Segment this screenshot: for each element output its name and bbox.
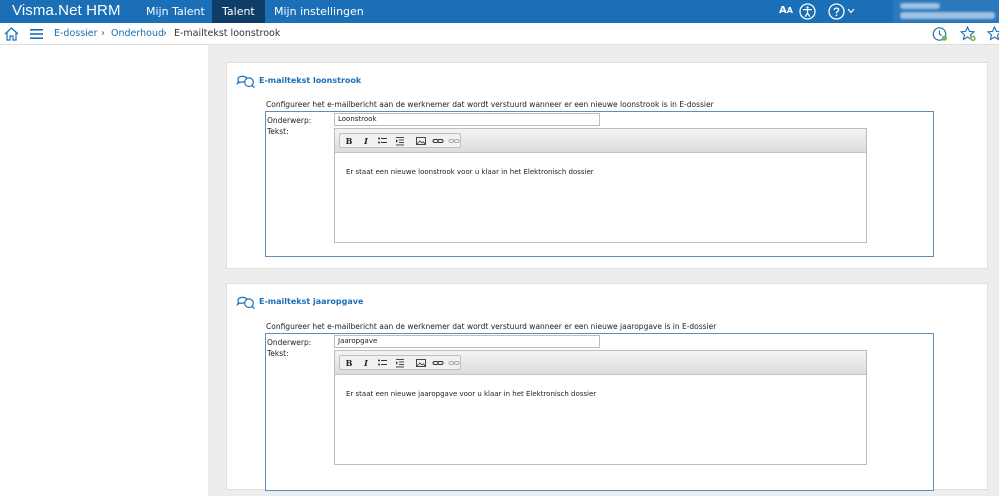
bold-button[interactable]: B (342, 357, 356, 369)
tab-talent[interactable]: Talent (212, 0, 265, 23)
font-size-small-label: A (786, 6, 793, 15)
user-company-blurred (900, 12, 995, 19)
bulleted-list-icon[interactable] (376, 357, 390, 369)
tab-mijn-instellingen[interactable]: Mijn instellingen (264, 0, 374, 23)
breadcrumb-onderhoud[interactable]: Onderhoud (111, 28, 164, 39)
bold-button[interactable]: B (342, 135, 356, 147)
user-name-blurred (900, 3, 940, 9)
unlink-icon[interactable] (447, 135, 461, 147)
favorites-icon[interactable] (987, 26, 999, 42)
italic-button[interactable]: I (359, 357, 373, 369)
breadcrumb-separator: › (163, 28, 167, 39)
bulleted-list-icon[interactable] (376, 135, 390, 147)
panel-title: E-mailtekst loonstrook (259, 76, 362, 85)
breadcrumb-e-dossier[interactable]: E-dossier (54, 28, 98, 39)
unlink-icon[interactable] (447, 357, 461, 369)
chat-bubbles-icon (236, 296, 255, 309)
link-icon[interactable] (431, 357, 445, 369)
font-size-large-label: A (779, 5, 787, 16)
app-title[interactable]: Visma.Net HRM (12, 2, 121, 19)
panel-email-loonstrook: E-mailtekst loonstrook Configureer het e… (226, 62, 988, 269)
subject-input[interactable]: Jaaropgave (334, 335, 600, 348)
text-label: Tekst: (267, 349, 289, 358)
editor-toolbar: B I (335, 129, 866, 153)
indent-icon[interactable] (393, 357, 407, 369)
breadcrumb-current: E-mailtekst loonstrook (174, 28, 281, 39)
breadcrumb-separator: › (101, 28, 105, 39)
hamburger-menu-icon[interactable] (30, 29, 43, 39)
indent-icon[interactable] (393, 135, 407, 147)
accessibility-icon[interactable] (799, 3, 816, 20)
subject-input[interactable]: Loonstrook (334, 113, 600, 126)
rich-text-editor[interactable]: B I (334, 350, 867, 465)
subject-label: Onderwerp: (267, 116, 312, 125)
panel-title: E-mailtekst jaaropgave (259, 297, 364, 306)
email-body-text[interactable]: Er staat een nieuwe jaaropgave voor u kl… (346, 390, 596, 398)
chat-bubbles-icon (236, 75, 255, 88)
top-navigation-bar: Visma.Net HRM Mijn Talent Talent Mijn in… (0, 0, 999, 23)
help-icon[interactable] (828, 3, 845, 20)
panel-email-jaaropgave: E-mailtekst jaaropgave Configureer het e… (226, 283, 988, 491)
editor-toolbar: B I (335, 351, 866, 375)
recent-history-icon[interactable] (932, 26, 948, 42)
add-favorite-icon[interactable] (960, 26, 977, 42)
chevron-down-icon[interactable] (847, 8, 855, 14)
email-form: Onderwerp: Loonstrook Tekst: B I Er staa… (265, 111, 934, 257)
rich-text-editor[interactable]: B I (334, 128, 867, 243)
font-size-toggle[interactable]: AA (779, 5, 793, 16)
panel-description: Configureer het e-mailbericht aan de wer… (266, 322, 717, 331)
tab-mijn-talent[interactable]: Mijn Talent (136, 0, 215, 23)
image-icon[interactable] (414, 357, 428, 369)
toolbar-button-group: B I (339, 133, 461, 148)
subject-label: Onderwerp: (267, 338, 312, 347)
email-form: Onderwerp: Jaaropgave Tekst: B I Er staa… (265, 333, 934, 491)
home-icon[interactable] (4, 27, 19, 41)
toolbar-button-group: B I (339, 355, 461, 370)
image-icon[interactable] (414, 135, 428, 147)
email-body-text[interactable]: Er staat een nieuwe loonstrook voor u kl… (346, 168, 594, 176)
link-icon[interactable] (431, 135, 445, 147)
panel-description: Configureer het e-mailbericht aan de wer… (266, 100, 714, 109)
text-label: Tekst: (267, 127, 289, 136)
italic-button[interactable]: I (359, 135, 373, 147)
breadcrumb-bar: E-dossier › Onderhoud › E-mailtekst loon… (0, 23, 999, 45)
